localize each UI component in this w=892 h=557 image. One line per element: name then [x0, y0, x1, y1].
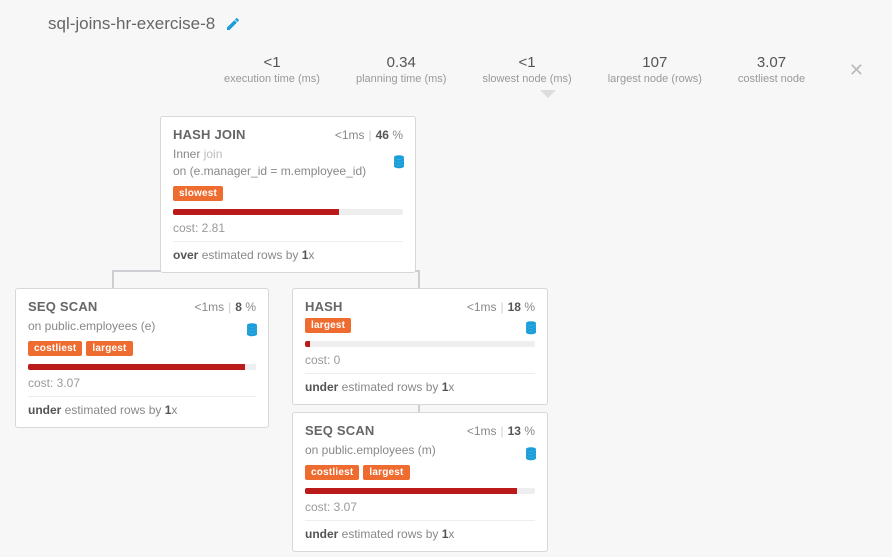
tag-costliest: costliest	[305, 465, 359, 480]
node-estimate: under estimated rows by 1x	[305, 520, 535, 541]
node-cost: cost: 2.81	[173, 221, 403, 235]
plan-node-hash-join[interactable]: HASH JOIN <1ms|46 % Inner join on (e.man…	[160, 116, 416, 273]
database-icon[interactable]	[525, 321, 537, 335]
cost-bar	[305, 341, 535, 347]
cost-bar-fill	[305, 341, 310, 347]
tag-largest: largest	[86, 341, 132, 356]
node-name: SEQ SCAN	[28, 299, 98, 314]
node-name: SEQ SCAN	[305, 423, 375, 438]
database-icon[interactable]	[525, 447, 537, 461]
node-metrics: <1ms|8 %	[194, 300, 256, 314]
tag-slowest: slowest	[173, 186, 223, 201]
plan-canvas: HASH JOIN <1ms|46 % Inner join on (e.man…	[0, 0, 892, 557]
node-estimate: under estimated rows by 1x	[305, 373, 535, 394]
node-subtext: Inner join on (e.manager_id = m.employee…	[173, 146, 403, 180]
database-icon[interactable]	[393, 155, 405, 169]
node-cost: cost: 0	[305, 353, 535, 367]
database-icon[interactable]	[246, 323, 258, 337]
node-name: HASH	[305, 299, 343, 314]
cost-bar	[173, 209, 403, 215]
node-subtext: on public.employees (m)	[305, 442, 535, 459]
node-estimate: over estimated rows by 1x	[173, 241, 403, 262]
node-metrics: <1ms|18 %	[467, 300, 535, 314]
cost-bar	[28, 364, 256, 370]
connector	[288, 270, 420, 288]
connector	[112, 270, 290, 288]
tag-costliest: costliest	[28, 341, 82, 356]
node-estimate: under estimated rows by 1x	[28, 396, 256, 417]
node-metrics: <1ms|46 %	[335, 128, 403, 142]
node-subtext: on public.employees (e)	[28, 318, 256, 335]
tag-largest: largest	[305, 318, 351, 333]
cost-bar	[305, 488, 535, 494]
plan-node-seq-scan-e[interactable]: SEQ SCAN <1ms|8 % on public.employees (e…	[15, 288, 269, 428]
node-cost: cost: 3.07	[305, 500, 535, 514]
plan-node-hash[interactable]: HASH <1ms|18 % largest cost: 0 under est…	[292, 288, 548, 405]
cost-bar-fill	[305, 488, 517, 494]
tag-largest: largest	[363, 465, 409, 480]
node-metrics: <1ms|13 %	[467, 424, 535, 438]
node-name: HASH JOIN	[173, 127, 246, 142]
node-cost: cost: 3.07	[28, 376, 256, 390]
cost-bar-fill	[28, 364, 245, 370]
plan-node-seq-scan-m[interactable]: SEQ SCAN <1ms|13 % on public.employees (…	[292, 412, 548, 552]
cost-bar-fill	[173, 209, 339, 215]
